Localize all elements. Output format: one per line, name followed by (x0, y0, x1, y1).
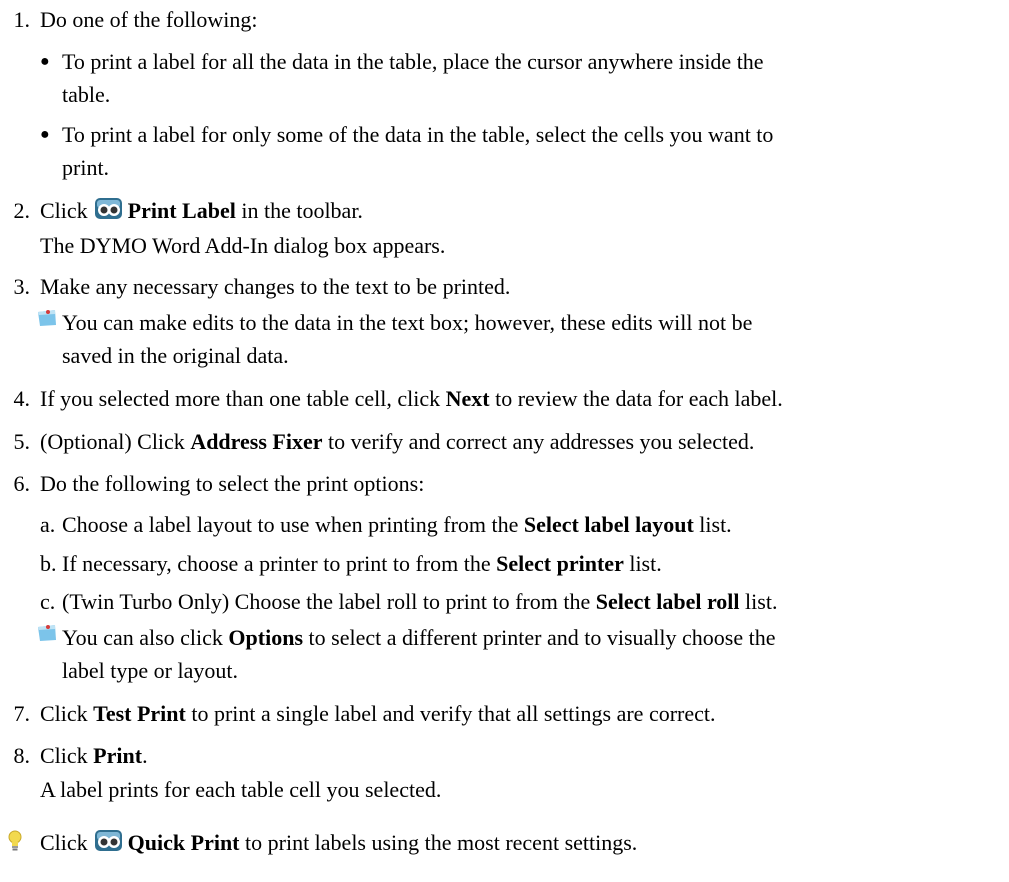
bullet-text: To print a label for all the data in the… (62, 49, 764, 74)
ui-term-print-label: Print Label (127, 198, 236, 223)
ui-term-select-label-roll: Select label roll (595, 589, 740, 614)
step-text-post: in the toolbar. (241, 198, 363, 223)
substep-text-pre: Choose a label layout to use when printi… (62, 512, 519, 537)
ui-term-test-print: Test Print (93, 701, 186, 726)
dymo-print-label-icon (94, 198, 122, 219)
step-text-pre: Click (40, 198, 88, 223)
note-text: You can make edits to the data in the te… (62, 310, 753, 335)
tip-text-post: to print labels using the most recent se… (245, 830, 638, 855)
note-text-continued: label type or layout. (62, 658, 238, 683)
substep-text: If necessary, choose a printer to print … (62, 547, 662, 580)
lightbulb-tip-icon (8, 830, 22, 851)
note-text-pre: You can also click (62, 625, 223, 650)
step-text: Click Print. (40, 739, 148, 772)
step-number: 5. (13, 429, 31, 454)
dymo-quick-print-icon (94, 830, 122, 851)
substep-letter: c. (40, 589, 56, 614)
note-icon (38, 625, 56, 641)
step-number: 4. (13, 386, 31, 411)
note-text: You can also click Options to select a d… (62, 621, 775, 654)
ui-term-print: Print (93, 743, 143, 768)
substep-text-pre: If necessary, choose a printer to print … (62, 551, 491, 576)
step-text-pre: (Optional) Click (40, 429, 185, 454)
step-text: Click Test Print to print a single label… (40, 697, 716, 730)
step-text: Do one of the following: (40, 7, 258, 32)
step-result-text: The DYMO Word Add-In dialog box appears. (40, 233, 446, 258)
step-number: 8. (13, 743, 31, 768)
ui-term-select-printer: Select printer (496, 551, 624, 576)
step-text-pre: Click (40, 701, 88, 726)
note-icon (38, 310, 56, 326)
substep-letter: b. (40, 551, 57, 576)
bullet-text-continued: print. (62, 155, 110, 180)
bullet-dot: ● (40, 126, 50, 143)
step-number: 7. (13, 701, 31, 726)
substep-text-post: list. (629, 551, 662, 576)
substep-text-post: list. (699, 512, 732, 537)
step-text-pre: Click (40, 743, 88, 768)
bullet-text-continued: table. (62, 82, 111, 107)
note-text-continued: saved in the original data. (62, 343, 289, 368)
step-text-post: to review the data for each label. (495, 386, 783, 411)
step-number: 6. (13, 471, 31, 496)
step-text: Make any necessary changes to the text t… (40, 274, 511, 299)
step-text: Do the following to select the print opt… (40, 471, 425, 496)
tip-text-pre: Click (40, 830, 88, 855)
substep-text: Choose a label layout to use when printi… (62, 508, 732, 541)
note-text-post: to select a different printer and to vis… (308, 625, 776, 650)
step-text-post: to verify and correct any addresses you … (328, 429, 755, 454)
substep-text-post: list. (745, 589, 778, 614)
step-text: Click Print Label in the toolbar. (40, 194, 363, 227)
ui-term-address-fixer: Address Fixer (190, 429, 323, 454)
substep-letter: a. (40, 512, 56, 537)
step-text-post: to print a single label and verify that … (191, 701, 716, 726)
step-result-text: A label prints for each table cell you s… (40, 777, 442, 802)
step-text-post: . (142, 743, 148, 768)
ui-term-select-label-layout: Select label layout (523, 512, 694, 537)
tip-text: Click Quick Print to print labels using … (40, 826, 637, 859)
step-number: 1. (13, 7, 31, 32)
step-number: 2. (13, 198, 31, 223)
ui-term-next: Next (445, 386, 490, 411)
substep-text-pre: (Twin Turbo Only) Choose the label roll … (62, 589, 591, 614)
bullet-text: To print a label for only some of the da… (62, 122, 774, 147)
step-text: (Optional) Click Address Fixer to verify… (40, 425, 754, 458)
step-text: If you selected more than one table cell… (40, 382, 783, 415)
bullet-dot: ● (40, 53, 50, 70)
step-text-pre: If you selected more than one table cell… (40, 386, 441, 411)
ui-term-options: Options (228, 625, 304, 650)
substep-text: (Twin Turbo Only) Choose the label roll … (62, 585, 777, 618)
ui-term-quick-print: Quick Print (127, 830, 240, 855)
step-number: 3. (13, 274, 31, 299)
